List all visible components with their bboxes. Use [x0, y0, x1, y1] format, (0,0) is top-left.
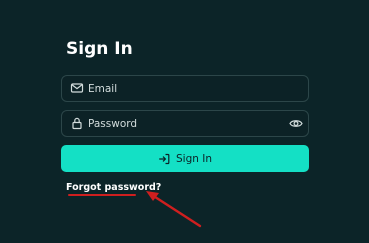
password-input[interactable] — [88, 111, 278, 136]
page-title: Sign In — [66, 39, 133, 59]
email-field[interactable] — [61, 75, 309, 102]
sign-in-button-label: Sign In — [176, 152, 212, 165]
mail-icon — [70, 83, 84, 93]
sign-in-button[interactable]: Sign In — [61, 145, 309, 172]
sign-in-icon — [159, 153, 170, 164]
email-input[interactable] — [88, 76, 278, 101]
password-field[interactable] — [61, 110, 309, 137]
eye-icon[interactable] — [289, 117, 303, 130]
annotation-underline — [68, 194, 136, 196]
lock-icon — [72, 117, 82, 130]
arrow-pointer-icon — [146, 191, 202, 228]
